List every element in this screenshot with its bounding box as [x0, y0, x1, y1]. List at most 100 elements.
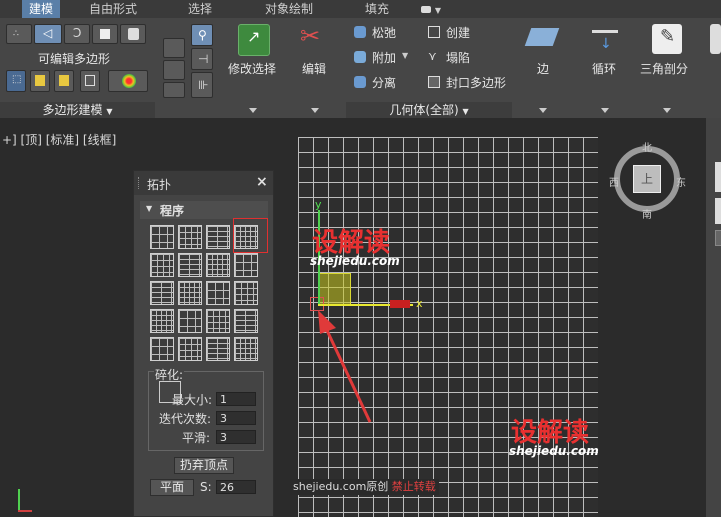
cube-outline-icon	[85, 75, 95, 86]
ring-button[interactable]	[163, 60, 185, 80]
polygon-mode-button[interactable]	[92, 24, 118, 44]
loop-label[interactable]: 循环	[592, 60, 616, 77]
highlight-box	[233, 218, 268, 253]
s-spinner[interactable]: 26	[216, 480, 256, 494]
create-button[interactable]: 创建	[446, 24, 470, 41]
loop-button[interactable]	[163, 82, 185, 98]
tab-populate[interactable]: 填充	[360, 0, 394, 18]
command-panel-field[interactable]	[715, 162, 721, 192]
watermark-note: shejiedu.com原创 禁止转载	[290, 479, 439, 495]
show-end-result-button[interactable]: ⊪	[191, 72, 213, 98]
triangulate-label[interactable]: 三角剖分	[640, 60, 688, 77]
pattern-option[interactable]	[178, 253, 202, 277]
smooth-spinner[interactable]: 3	[216, 430, 256, 444]
dropdown-arrow-icon[interactable]	[663, 108, 671, 113]
procedures-rollout-header[interactable]: ▼ 程序	[140, 201, 268, 219]
viewcube-west[interactable]: 西	[609, 174, 619, 189]
pattern-option[interactable]	[234, 253, 258, 277]
pattern-option[interactable]	[178, 281, 202, 305]
pattern-option[interactable]	[150, 225, 174, 249]
dropdown-arrow-icon: ▼	[106, 107, 113, 116]
drag-grip-icon[interactable]	[138, 177, 141, 189]
yellow-cube-icon	[35, 75, 45, 86]
command-panel-edge[interactable]	[706, 118, 721, 517]
geometry-footer-label: 几何体(全部)	[389, 103, 459, 117]
max-size-spinner[interactable]: 1	[216, 392, 256, 406]
viewcube-face[interactable]: 上	[633, 165, 661, 193]
pattern-option[interactable]	[234, 337, 258, 361]
pattern-option[interactable]	[206, 309, 230, 333]
loop-icon: ↓	[590, 24, 620, 54]
pattern-option[interactable]	[150, 337, 174, 361]
relax-button[interactable]: 松弛	[372, 24, 396, 41]
pattern-option[interactable]	[150, 309, 174, 333]
pattern-option[interactable]	[178, 337, 202, 361]
detach-button[interactable]: 分离	[372, 74, 396, 91]
gizmo-x-handle[interactable]	[390, 300, 410, 308]
element-mode-button[interactable]	[120, 24, 146, 44]
polygon-modeling-label: 多边形建模	[42, 103, 103, 117]
close-icon[interactable]: ×	[256, 174, 268, 190]
soft-selection-button[interactable]	[108, 70, 148, 92]
grow-button[interactable]	[163, 38, 185, 58]
ribbon-options-dropdown[interactable]: ▼	[418, 0, 444, 18]
pattern-option[interactable]	[206, 225, 230, 249]
edit-panel: ✂ 编辑	[284, 18, 347, 118]
pattern-option[interactable]	[206, 337, 230, 361]
ribbon: 建模 自由形式 选择 对象绘制 填充 ▼ ∴ ◁ Ↄ 可编辑多边形 ⬚ 多边形建…	[0, 0, 721, 119]
command-panel-button[interactable]	[715, 230, 721, 246]
by-angle-button[interactable]	[54, 70, 74, 92]
viewcube-east[interactable]: 东	[676, 174, 686, 189]
tab-freeform[interactable]: 自由形式	[82, 0, 144, 18]
pattern-option[interactable]	[234, 309, 258, 333]
create-icon	[428, 26, 440, 38]
attach-button[interactable]: 附加	[372, 49, 396, 66]
vertex-mode-button[interactable]: ∴	[6, 24, 32, 44]
max-size-label: 最大小:	[172, 393, 213, 407]
modify-selection-label[interactable]: 修改选择	[228, 60, 276, 77]
discard-vertices-button[interactable]: 扔弃顶点	[174, 457, 234, 474]
pattern-option[interactable]	[234, 281, 258, 305]
border-mode-button[interactable]: Ↄ	[64, 24, 90, 44]
geometry-panel: 松弛 创建 附加 ▼ ⋎ 塌陷 分离 封口多边形 几何体(全部) ▼	[346, 18, 513, 118]
tab-object-paint[interactable]: 对象绘制	[258, 0, 320, 18]
shrink-button[interactable]	[80, 70, 100, 92]
pattern-option[interactable]	[150, 253, 174, 277]
polygon-modeling-footer[interactable]: 多边形建模 ▼	[0, 102, 155, 118]
viewport-label[interactable]: +] [顶] [标准] [线框]	[2, 131, 116, 148]
iterations-label: 迭代次数:	[159, 412, 212, 426]
pattern-option[interactable]	[206, 253, 230, 277]
edge-label[interactable]: 边	[537, 60, 549, 77]
topology-dialog: 拓扑 × ▼ 程序 碎化: 最大小: 1 迭代次数: 3 平滑: 3 扔弃顶点 …	[133, 170, 274, 517]
command-panel-field[interactable]	[715, 198, 721, 224]
viewcube-south[interactable]: 南	[642, 206, 652, 221]
dropdown-arrow-icon[interactable]	[311, 108, 319, 113]
toggle-display-button[interactable]: ⚲	[191, 24, 213, 46]
collapse-button[interactable]: 塌陷	[446, 49, 470, 66]
select-by-vertex-button[interactable]: ⬚	[6, 70, 26, 92]
edge-panel: 边	[512, 18, 575, 118]
tab-selection[interactable]: 选择	[180, 0, 220, 18]
flat-button[interactable]: 平面	[150, 479, 194, 496]
vertex-icon: ∴	[13, 29, 19, 39]
attach-icon	[354, 51, 366, 63]
pattern-option[interactable]	[150, 281, 174, 305]
pin-icon: ⚲	[198, 28, 207, 42]
dropdown-arrow-icon[interactable]	[249, 108, 257, 113]
cap-poly-button[interactable]: 封口多边形	[446, 74, 506, 91]
pin-stack-button[interactable]: ⊣	[191, 48, 213, 70]
dropdown-arrow-icon[interactable]	[601, 108, 609, 113]
ignore-backfacing-button[interactable]	[30, 70, 50, 92]
geometry-footer[interactable]: 几何体(全部) ▼	[346, 102, 512, 118]
iterations-spinner[interactable]: 3	[216, 411, 256, 425]
viewcube-north[interactable]: 北	[642, 139, 652, 154]
dropdown-arrow-icon[interactable]	[539, 108, 547, 113]
edit-label[interactable]: 编辑	[302, 60, 326, 77]
collapse-arrow-icon: ▼	[146, 204, 153, 213]
pattern-option[interactable]	[178, 225, 202, 249]
topology-titlebar[interactable]: 拓扑 ×	[134, 171, 273, 195]
edge-mode-button[interactable]: ◁	[34, 24, 62, 44]
pattern-option[interactable]	[206, 281, 230, 305]
tab-modeling[interactable]: 建模	[22, 0, 60, 18]
pattern-option[interactable]	[178, 309, 202, 333]
